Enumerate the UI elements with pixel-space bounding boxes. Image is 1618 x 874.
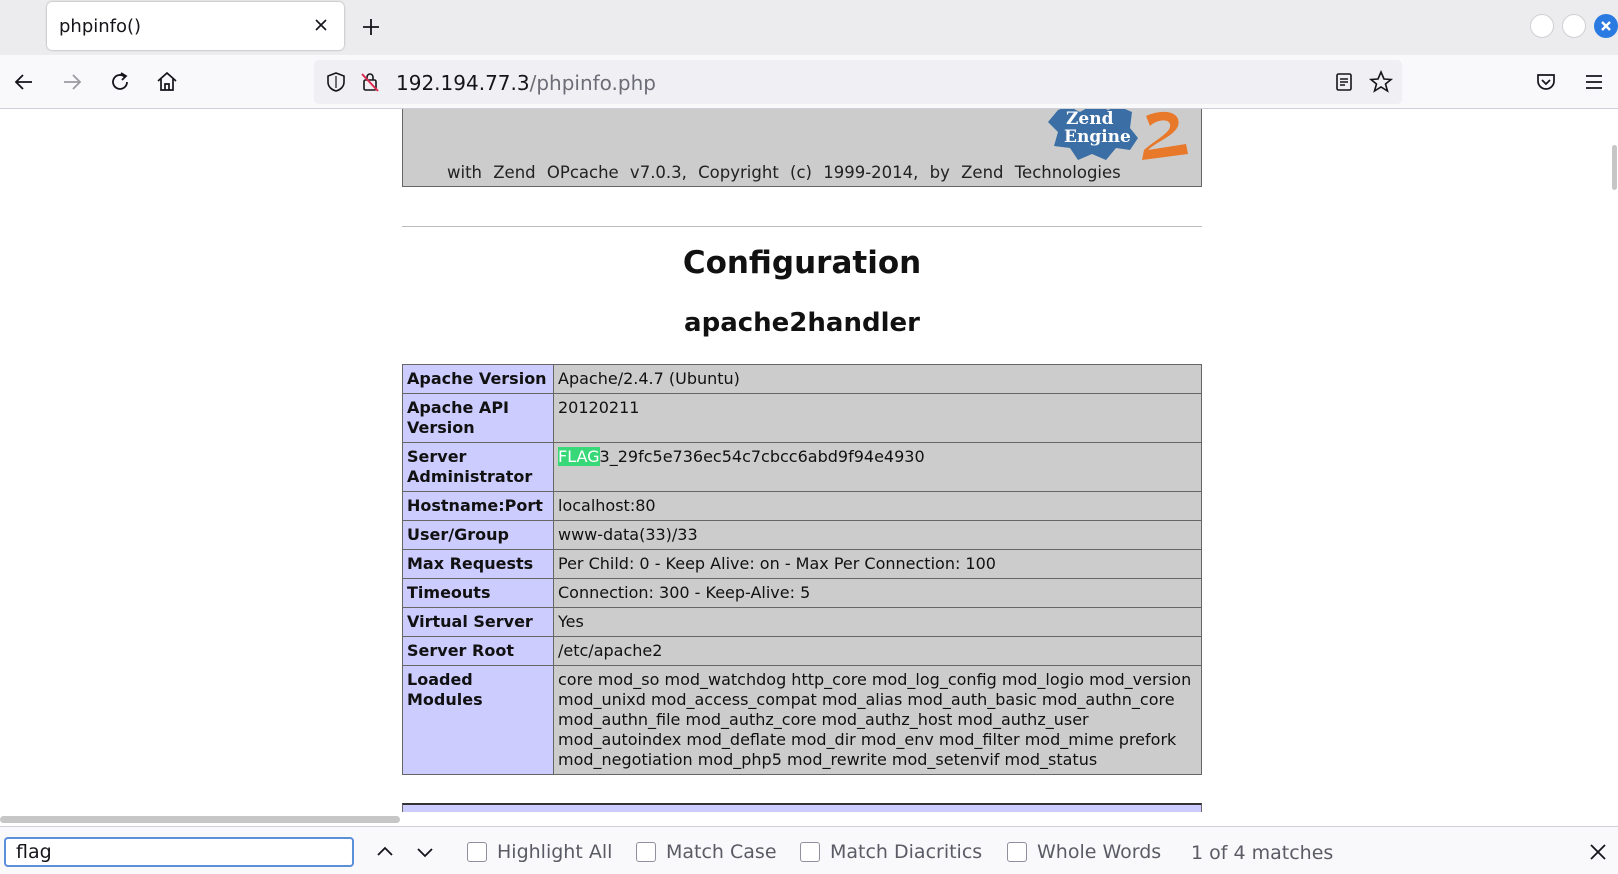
tab-title: phpinfo() <box>59 16 142 37</box>
page-heading: Configuration <box>682 245 922 281</box>
find-previous-icon[interactable] <box>372 839 398 865</box>
horizontal-scrollbar[interactable] <box>0 812 1618 826</box>
navigation-bar: 192.194.77.3/phpinfo.php <box>0 55 1618 109</box>
table-row: Max Requests Per Child: 0 - Keep Alive: … <box>402 549 1202 579</box>
table-key: Timeouts <box>402 578 554 608</box>
table-row: Virtual Server Yes <box>402 607 1202 637</box>
apache2handler-table: Apache Version Apache/2.4.7 (Ubuntu) Apa… <box>402 364 1202 775</box>
table-value: core mod_so mod_watchdog http_core mod_l… <box>553 665 1202 775</box>
table-key: Max Requests <box>402 549 554 579</box>
table-value: Apache/2.4.7 (Ubuntu) <box>553 364 1202 394</box>
tab-phpinfo[interactable]: phpinfo() <box>47 2 344 50</box>
home-icon[interactable] <box>154 69 180 95</box>
zend-logo-text-2: Engine <box>1064 127 1131 147</box>
table-value: /etc/apache2 <box>553 636 1202 666</box>
zend-banner: Zend Engine with Zend OPcache v7.0.3, Co… <box>402 109 1202 187</box>
table-key: Apache Version <box>402 364 554 394</box>
divider <box>402 226 1202 227</box>
banner-text: with Zend OPcache v7.0.3, Copyright (c) … <box>447 163 1121 182</box>
maximize-button[interactable] <box>1562 14 1586 38</box>
checkbox[interactable] <box>636 842 656 862</box>
checkbox[interactable] <box>1007 842 1027 862</box>
table-key: Server Root <box>402 636 554 666</box>
table-key: User/Group <box>402 520 554 550</box>
table-value: 20120211 <box>553 393 1202 443</box>
table-row: Hostname:Port localhost:80 <box>402 491 1202 521</box>
checkbox[interactable] <box>800 842 820 862</box>
menu-icon[interactable] <box>1581 69 1607 95</box>
table-key: Loaded Modules <box>402 665 554 775</box>
table-value: localhost:80 <box>553 491 1202 521</box>
url-text[interactable]: 192.194.77.3/phpinfo.php <box>396 71 656 95</box>
next-table-edge <box>402 803 1202 812</box>
match-case-checkbox[interactable]: Match Case <box>636 840 777 864</box>
forward-icon[interactable] <box>59 69 85 95</box>
shield-icon[interactable] <box>324 70 348 94</box>
whole-words-label: Whole Words <box>1037 841 1162 863</box>
find-next-icon[interactable] <box>412 839 438 865</box>
reload-icon[interactable] <box>107 69 133 95</box>
table-value: Yes <box>553 607 1202 637</box>
tab-strip: phpinfo() <box>0 0 1618 55</box>
bookmark-star-icon[interactable] <box>1368 69 1394 95</box>
url-path: /phpinfo.php <box>529 71 656 95</box>
url-host: 192.194.77.3 <box>396 71 530 95</box>
zend-logo-text-1: Zend <box>1066 109 1114 129</box>
checkbox[interactable] <box>467 842 487 862</box>
horizontal-scrollbar-thumb[interactable] <box>0 816 400 823</box>
table-key: Server Administrator <box>402 442 554 492</box>
match-count: 1 of 4 matches <box>1191 842 1334 864</box>
url-bar[interactable]: 192.194.77.3/phpinfo.php <box>314 60 1402 104</box>
new-tab-icon[interactable] <box>358 14 384 40</box>
table-row: Timeouts Connection: 300 - Keep-Alive: 5 <box>402 578 1202 608</box>
find-match-highlight: FLAG <box>558 447 600 466</box>
table-value: Connection: 300 - Keep-Alive: 5 <box>553 578 1202 608</box>
close-icon <box>1601 21 1611 31</box>
table-row: Server Root /etc/apache2 <box>402 636 1202 666</box>
table-value: Per Child: 0 - Keep Alive: on - Max Per … <box>553 549 1202 579</box>
table-row: User/Group www-data(33)/33 <box>402 520 1202 550</box>
match-case-label: Match Case <box>666 841 777 863</box>
table-key: Virtual Server <box>402 607 554 637</box>
whole-words-checkbox[interactable]: Whole Words <box>1007 840 1161 864</box>
insecure-lock-icon[interactable] <box>358 70 382 94</box>
window-close-button[interactable] <box>1594 14 1618 38</box>
close-findbar-icon[interactable] <box>1586 840 1610 864</box>
minimize-button[interactable] <box>1530 14 1554 38</box>
vertical-scrollbar-thumb[interactable] <box>1612 145 1617 190</box>
page-content: Zend Engine with Zend OPcache v7.0.3, Co… <box>0 109 1618 812</box>
match-diacritics-label: Match Diacritics <box>830 841 983 863</box>
reader-view-icon[interactable] <box>1332 70 1356 94</box>
table-key: Apache API Version <box>402 393 554 443</box>
table-row: Server Administrator FLAG3_29fc5e736ec54… <box>402 442 1202 492</box>
highlight-all-checkbox[interactable]: Highlight All <box>467 840 612 864</box>
pocket-icon[interactable] <box>1533 69 1559 95</box>
zend-engine-logo: Zend Engine <box>1048 109 1188 160</box>
tab-close-icon[interactable] <box>310 14 332 36</box>
table-row: Loaded Modules core mod_so mod_watchdog … <box>402 665 1202 775</box>
table-value: FLAG3_29fc5e736ec54c7cbcc6abd9f94e4930 <box>553 442 1202 492</box>
table-value: www-data(33)/33 <box>553 520 1202 550</box>
highlight-all-label: Highlight All <box>497 841 613 863</box>
find-bar: Highlight All Match Case Match Diacritic… <box>0 826 1618 874</box>
find-input[interactable] <box>4 837 354 867</box>
back-icon[interactable] <box>11 69 37 95</box>
table-row: Apache API Version 20120211 <box>402 393 1202 443</box>
table-value-text: 3_29fc5e736ec54c7cbcc6abd9f94e4930 <box>599 447 925 466</box>
section-heading: apache2handler <box>684 308 920 338</box>
table-key: Hostname:Port <box>402 491 554 521</box>
match-diacritics-checkbox[interactable]: Match Diacritics <box>800 840 982 864</box>
table-row: Apache Version Apache/2.4.7 (Ubuntu) <box>402 364 1202 394</box>
